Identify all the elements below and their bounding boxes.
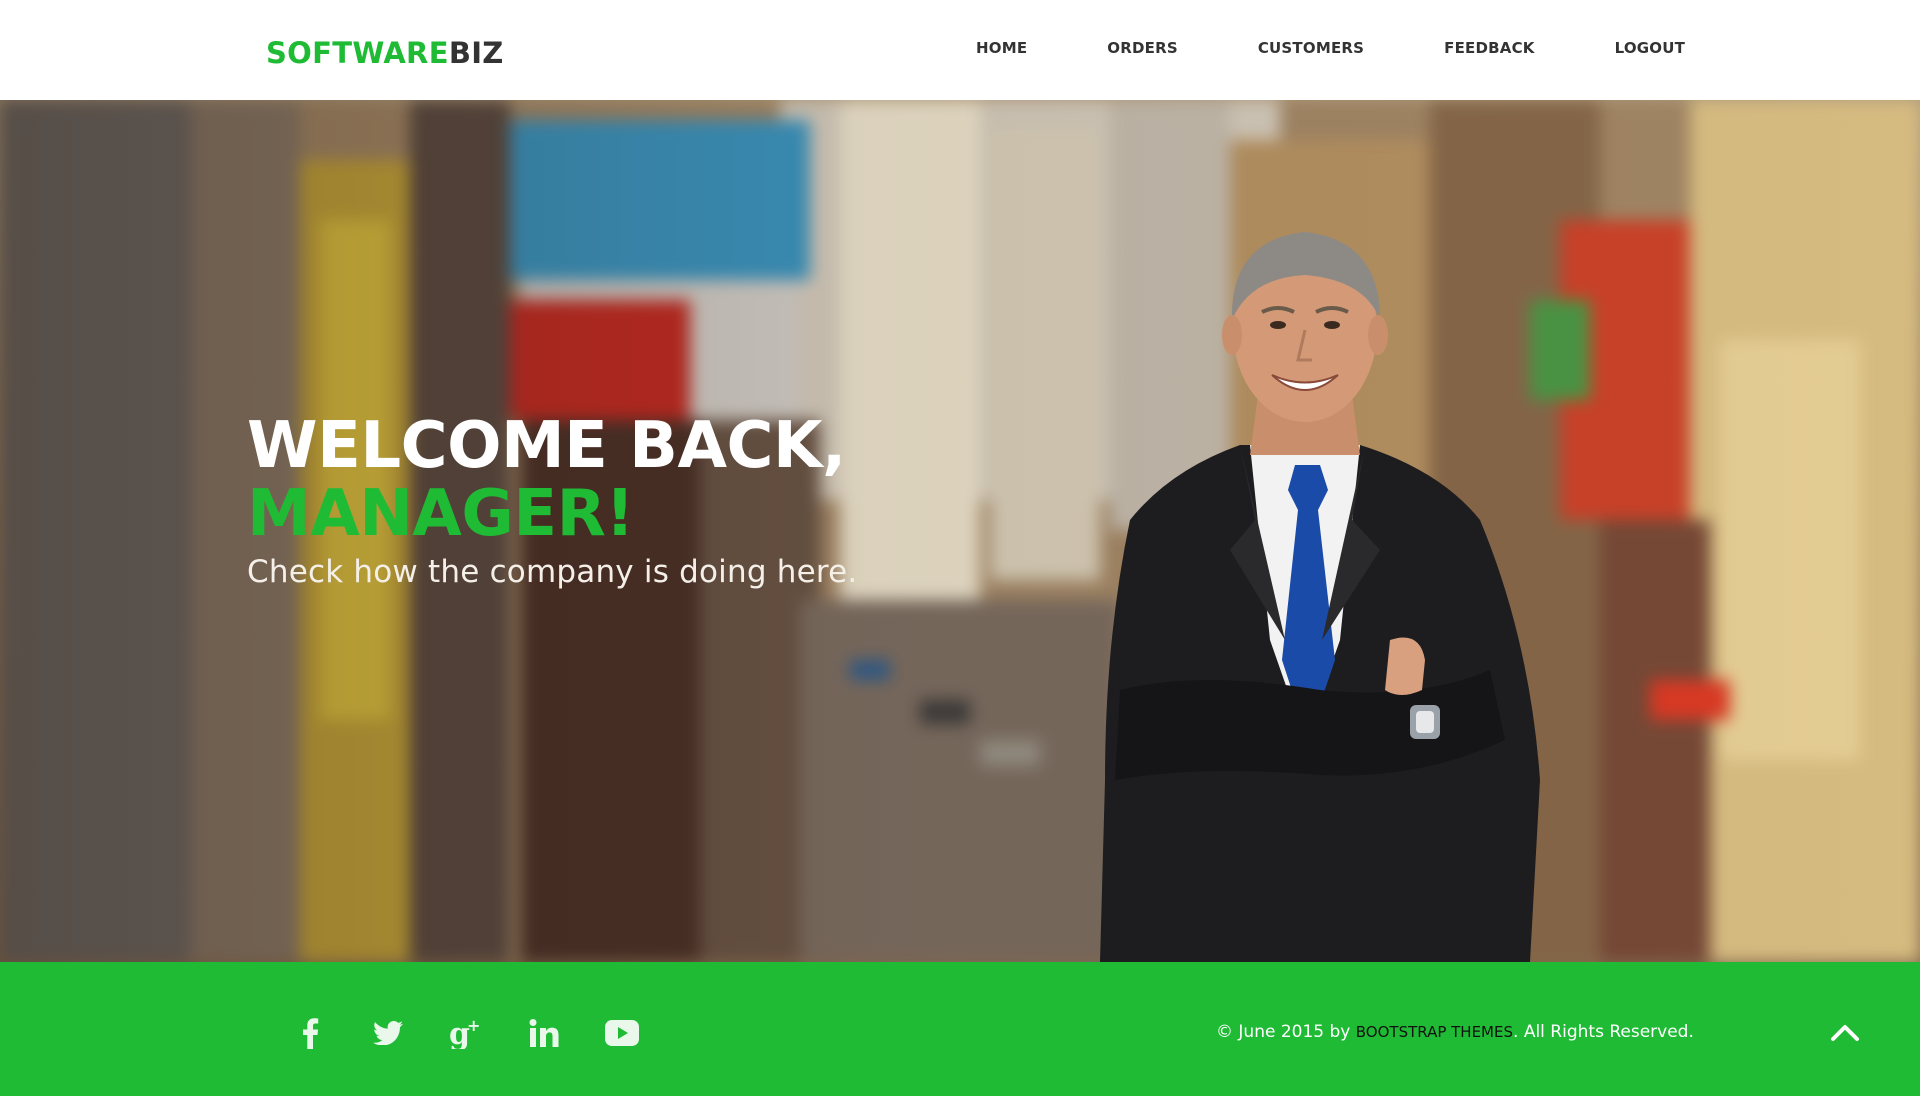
hero-section: WELCOME BACK, MANAGER! Check how the com…: [0, 100, 1920, 962]
logo-part-biz: BIZ: [448, 36, 504, 70]
copyright-text: © June 2015 by BOOTSTRAP THEMES. All Rig…: [1216, 1022, 1694, 1042]
businessman-image: [1100, 232, 1540, 962]
nav-orders[interactable]: ORDERS: [1107, 39, 1178, 57]
hero-text: WELCOME BACK, MANAGER! Check how the com…: [247, 412, 857, 590]
nav-home[interactable]: HOME: [976, 39, 1027, 57]
linkedin-icon[interactable]: [524, 1016, 564, 1050]
youtube-icon[interactable]: [602, 1016, 642, 1050]
twitter-icon[interactable]: [368, 1016, 408, 1050]
nav-logout[interactable]: LOGOUT: [1615, 39, 1685, 57]
chevron-up-icon[interactable]: [1830, 1022, 1860, 1046]
site-header: SOFTWAREBIZ HOME ORDERS CUSTOMERS FEEDBA…: [0, 0, 1920, 100]
hero-subtitle: Check how the company is doing here.: [247, 554, 858, 590]
google-plus-icon[interactable]: g +: [446, 1016, 486, 1050]
logo-part-software: SOFTWARE: [266, 36, 449, 70]
nav-customers[interactable]: CUSTOMERS: [1258, 39, 1364, 57]
hero-heading-line1: WELCOME BACK,: [247, 409, 846, 483]
main-nav: HOME ORDERS CUSTOMERS FEEDBACK LOGOUT: [976, 39, 1685, 57]
hero-heading-line2: MANAGER!: [247, 477, 635, 551]
site-footer: g + © June 2015 by BOOTSTRAP THEMES. All …: [0, 962, 1920, 1096]
social-links: g +: [290, 1016, 680, 1050]
facebook-icon[interactable]: [290, 1016, 330, 1050]
copyright-prefix: © June 2015 by: [1216, 1022, 1356, 1042]
site-logo[interactable]: SOFTWAREBIZ: [266, 36, 504, 70]
svg-text:+: +: [467, 1017, 480, 1035]
copyright-suffix: . All Rights Reserved.: [1513, 1022, 1694, 1042]
nav-feedback[interactable]: FEEDBACK: [1444, 39, 1534, 57]
bootstrap-themes-link[interactable]: BOOTSTRAP THEMES: [1356, 1023, 1513, 1041]
